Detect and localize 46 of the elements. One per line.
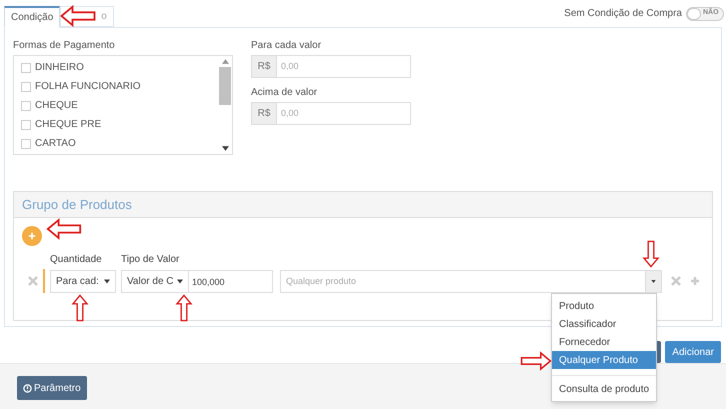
payment-option[interactable]: CHEQUE PRE xyxy=(35,117,102,132)
currency-prefix: R$ xyxy=(251,55,277,78)
plus-icon xyxy=(28,232,36,240)
field-label: Tipo de Valor xyxy=(121,253,180,267)
menu-item[interactable]: Consulta de produto xyxy=(552,380,656,398)
payment-option[interactable]: CARTAO xyxy=(35,136,76,151)
menu-item[interactable]: Produto xyxy=(552,297,656,315)
caret-icon xyxy=(651,280,656,283)
value-type-select[interactable]: Valor de C xyxy=(121,270,189,293)
product-input[interactable]: Qualquer produto xyxy=(280,270,646,293)
add-button[interactable] xyxy=(22,226,42,246)
panel-header: Grupo de Produtos xyxy=(14,192,712,218)
currency-prefix: R$ xyxy=(251,102,277,125)
checkbox[interactable] xyxy=(21,82,31,92)
field-label: Quantidade xyxy=(50,253,103,267)
checkbox[interactable] xyxy=(21,138,31,148)
caret-icon xyxy=(177,279,183,284)
payment-option[interactable]: CHEQUE xyxy=(35,98,78,113)
currency-input[interactable]: 0,00 xyxy=(277,102,411,125)
add-button[interactable]: Adicionar xyxy=(665,341,721,363)
quantity-select[interactable]: Para cad: xyxy=(50,270,116,293)
toggle-label: Sem Condição de Compra xyxy=(564,7,682,21)
checkbox[interactable] xyxy=(21,62,31,72)
payment-option[interactable]: FOLHA FUNCIONARIO xyxy=(35,79,141,94)
menu-item[interactable]: Classificador xyxy=(552,315,656,333)
close-icon[interactable] xyxy=(671,276,681,286)
caret-icon xyxy=(104,279,110,284)
annotation-arrow-icon xyxy=(46,218,82,240)
checkbox[interactable] xyxy=(21,100,31,110)
dropdown-toggle[interactable] xyxy=(646,270,662,293)
field-label: Formas de Pagamento xyxy=(13,39,116,53)
payment-option[interactable]: DINHEIRO xyxy=(35,60,84,75)
field-label: Acima de valor xyxy=(251,86,318,100)
checkbox[interactable] xyxy=(21,120,31,130)
tab[interactable]: Condição xyxy=(4,6,60,28)
scroll-up-icon[interactable] xyxy=(222,59,228,64)
currency-input[interactable]: 0,00 xyxy=(277,55,411,78)
parameter-button[interactable]: Parâmetro xyxy=(17,376,87,400)
menu-item[interactable]: Fornecedor xyxy=(552,333,656,351)
field-label: Para cada valor xyxy=(251,39,322,53)
plus-icon[interactable] xyxy=(690,276,700,286)
info-icon xyxy=(23,384,32,392)
close-icon[interactable] xyxy=(28,276,38,286)
scroll-down-icon[interactable] xyxy=(222,146,228,151)
amount-input[interactable]: 100,000 xyxy=(189,270,273,293)
menu-item[interactable]: Qualquer Produto xyxy=(552,351,656,369)
